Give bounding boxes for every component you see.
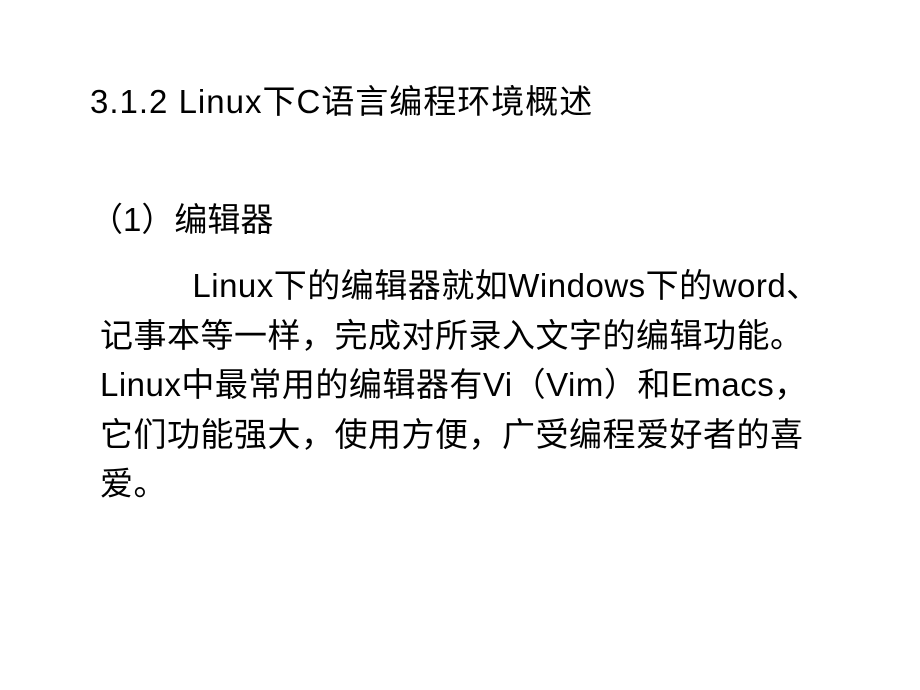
- section-heading: 3.1.2 Linux下C语言编程环境概述: [90, 75, 830, 123]
- body-paragraph: Linux下的编辑器就如Windows下的word、记事本等一样，完成对所录入文…: [100, 261, 830, 509]
- subsection-heading: （1）编辑器: [90, 193, 830, 241]
